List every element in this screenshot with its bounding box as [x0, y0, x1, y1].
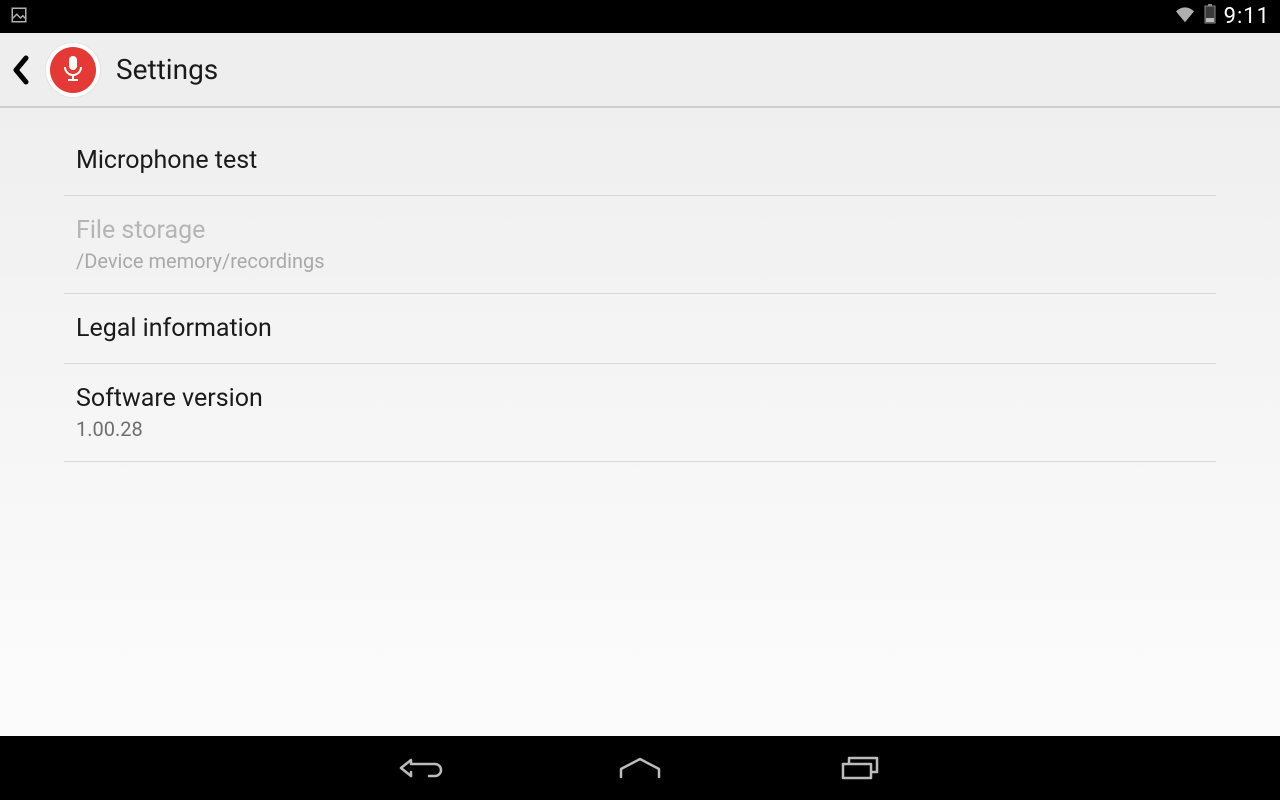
battery-icon — [1204, 4, 1216, 29]
gallery-icon — [10, 5, 28, 29]
settings-item-file-storage: File storage /Device memory/recordings — [64, 196, 1216, 294]
item-title: Microphone test — [76, 146, 1204, 175]
app-icon — [46, 43, 100, 97]
settings-item-legal-information[interactable]: Legal information — [64, 294, 1216, 364]
action-bar: Settings — [0, 33, 1280, 108]
item-title: File storage — [76, 216, 1204, 245]
clock: 9:11 — [1224, 4, 1270, 29]
nav-recent-button[interactable] — [830, 748, 890, 788]
page-title: Settings — [116, 53, 218, 86]
status-bar: 9:11 — [0, 0, 1280, 33]
settings-list: Microphone test File storage /Device mem… — [0, 108, 1280, 736]
nav-home-button[interactable] — [610, 748, 670, 788]
settings-item-software-version[interactable]: Software version 1.00.28 — [64, 364, 1216, 462]
microphone-icon — [62, 54, 84, 86]
settings-item-microphone-test[interactable]: Microphone test — [64, 126, 1216, 196]
item-title: Software version — [76, 384, 1204, 413]
nav-back-button[interactable] — [390, 748, 450, 788]
item-title: Legal information — [76, 314, 1204, 343]
item-subtitle: /Device memory/recordings — [76, 249, 1204, 273]
back-button[interactable] — [8, 50, 36, 90]
navigation-bar — [0, 736, 1280, 800]
wifi-icon — [1174, 5, 1196, 29]
item-subtitle: 1.00.28 — [76, 417, 1204, 441]
